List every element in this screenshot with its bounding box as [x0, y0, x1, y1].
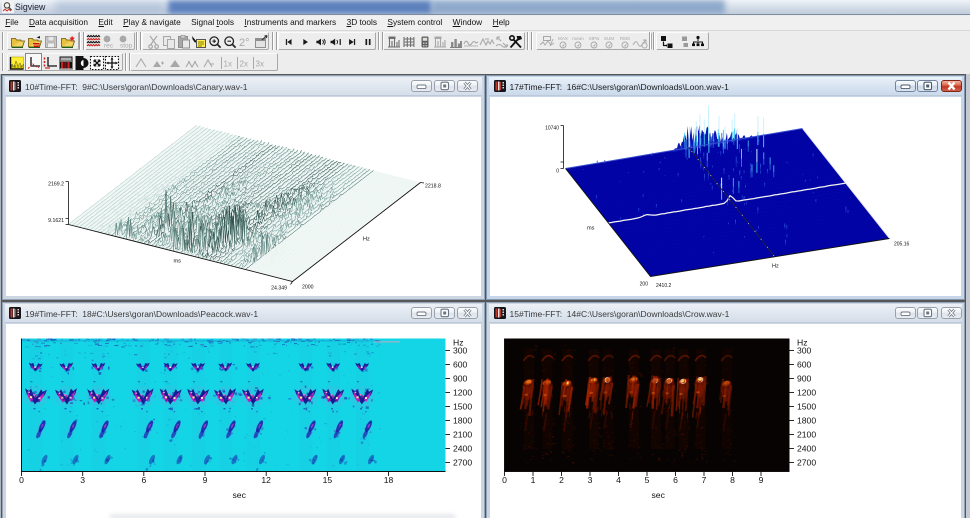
svg-text:3: 3 [80, 475, 85, 485]
svg-text:900: 900 [453, 373, 468, 383]
svg-text:18: 18 [383, 475, 393, 485]
svg-text:5: 5 [645, 475, 650, 485]
svg-text:1: 1 [531, 475, 536, 485]
svg-text:0: 0 [19, 475, 24, 485]
svg-text:1800: 1800 [453, 415, 472, 425]
svg-text:1800: 1800 [797, 415, 816, 425]
svg-text:Hz: Hz [797, 337, 808, 347]
svg-text:3x: 3x [255, 59, 263, 68]
svg-text:9: 9 [759, 475, 764, 485]
svg-text:sec: sec [652, 490, 666, 500]
svg-text:2169.2: 2169.2 [48, 181, 64, 187]
svg-text:8: 8 [730, 475, 735, 485]
svg-text:2400: 2400 [797, 443, 816, 453]
svg-text:205.16: 205.16 [894, 241, 910, 247]
svg-text:12: 12 [261, 475, 271, 485]
svg-text:2700: 2700 [797, 457, 816, 467]
svg-text:rec: rec [104, 42, 114, 49]
svg-text:6: 6 [141, 475, 146, 485]
svg-text:0: 0 [556, 168, 559, 174]
svg-text:ms: ms [587, 225, 595, 231]
svg-text:200: 200 [640, 281, 649, 287]
svg-text:ms: ms [173, 258, 181, 264]
svg-text:600: 600 [453, 359, 468, 369]
svg-text:Hz: Hz [772, 263, 779, 269]
svg-text:9: 9 [202, 475, 207, 485]
svg-text:2410.2: 2410.2 [656, 283, 672, 289]
svg-text:1200: 1200 [797, 387, 816, 397]
svg-text:2000: 2000 [302, 284, 314, 290]
svg-text:2700: 2700 [453, 457, 472, 467]
svg-text:sec: sec [232, 490, 246, 500]
svg-text:2100: 2100 [797, 429, 816, 439]
svg-text:10740: 10740 [545, 125, 559, 131]
svg-text:2: 2 [559, 475, 564, 485]
svg-text:StPw: StPw [588, 36, 599, 41]
svg-text:2°: 2° [239, 37, 250, 49]
svg-text:9.1621: 9.1621 [48, 218, 64, 224]
svg-text:stop: stop [120, 42, 133, 49]
svg-text:1200: 1200 [453, 387, 472, 397]
svg-text:7: 7 [702, 475, 707, 485]
svg-text:1500: 1500 [453, 401, 472, 411]
svg-text:mean: mean [572, 36, 584, 41]
svg-text:1500: 1500 [797, 401, 816, 411]
svg-text:3: 3 [588, 475, 593, 485]
svg-text:SUM: SUM [604, 36, 614, 41]
svg-text:MAX: MAX [558, 36, 568, 41]
svg-text:4: 4 [616, 475, 621, 485]
svg-text:Hz: Hz [453, 337, 464, 347]
svg-text:24.349: 24.349 [271, 285, 287, 291]
svg-text:0: 0 [502, 475, 507, 485]
svg-text:600: 600 [797, 359, 812, 369]
svg-text:2100: 2100 [453, 429, 472, 439]
svg-text:2x: 2x [239, 59, 247, 68]
svg-text:2218.8: 2218.8 [425, 183, 441, 189]
svg-text:2400: 2400 [453, 443, 472, 453]
svg-text:900: 900 [797, 373, 812, 383]
svg-text:Hz: Hz [363, 236, 370, 242]
svg-text:RMS: RMS [619, 36, 629, 41]
svg-text:15: 15 [322, 475, 332, 485]
svg-text:1x: 1x [223, 59, 231, 68]
svg-text:6: 6 [673, 475, 678, 485]
